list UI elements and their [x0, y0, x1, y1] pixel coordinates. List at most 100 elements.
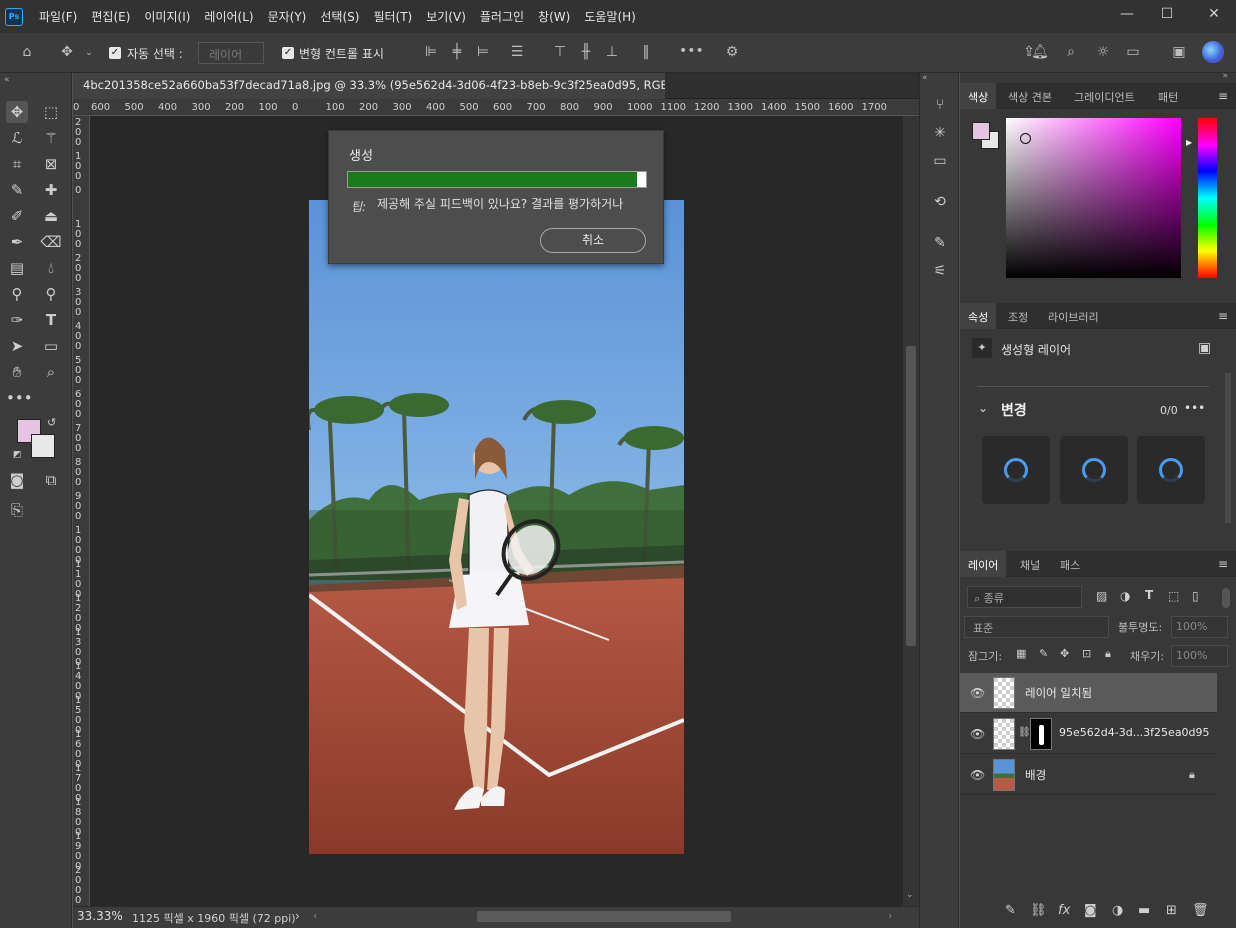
zoom-tool-icon[interactable]: ⌕: [40, 361, 62, 383]
cancel-button[interactable]: 취소: [540, 228, 646, 253]
properties-panel-menu-icon[interactable]: ≡: [1218, 309, 1228, 323]
tab-gradients[interactable]: 그레이디언트: [1066, 83, 1143, 109]
frame-tool-icon[interactable]: ⊠: [40, 153, 62, 175]
lock-paint-icon[interactable]: ✎: [1039, 647, 1048, 660]
add-mask-icon[interactable]: ◙: [1084, 903, 1097, 918]
crop-tool-icon[interactable]: ⌗: [6, 153, 28, 175]
history-brush-icon[interactable]: ✒: [6, 231, 28, 253]
menu-edit[interactable]: 편집(E): [91, 8, 130, 25]
document-tab[interactable]: 4bc201358ce52a660ba53f7decad71a8.jpg @ 3…: [73, 73, 665, 99]
fill-field[interactable]: 100%: [1171, 645, 1228, 667]
new-adjustment-icon[interactable]: ◑: [1112, 903, 1123, 918]
tab-layers[interactable]: 레이어: [960, 551, 1007, 577]
layer-row-background[interactable]: 👁︎ 배경 🔒︎: [960, 755, 1217, 795]
filter-adjustment-icon[interactable]: ◑: [1120, 589, 1130, 603]
eraser-icon[interactable]: ⌫: [40, 231, 62, 253]
generative-icon[interactable]: ▣: [1170, 44, 1188, 60]
variations-more-button[interactable]: •••: [1184, 401, 1205, 415]
layer-row-generative[interactable]: 👁︎ ⛓ 95e562d4-3d...3f25ea0d95: [960, 714, 1217, 754]
workspace-icon[interactable]: ▭: [1124, 44, 1142, 60]
menu-filter[interactable]: 필터(T): [373, 8, 412, 25]
align-left-icon[interactable]: ⊫: [423, 44, 439, 60]
adjustments-icon[interactable]: ⚟: [930, 261, 950, 281]
history-icon[interactable]: ⟲: [930, 192, 950, 212]
vertical-scrollbar[interactable]: ⌄: [903, 116, 919, 906]
scroll-right-icon[interactable]: ›: [888, 909, 892, 922]
type-tool-icon[interactable]: T: [40, 309, 62, 331]
dodge-tool-icon[interactable]: ⚲: [6, 283, 28, 305]
tab-libraries[interactable]: 라이브러리: [1040, 303, 1107, 329]
filter-shape-icon[interactable]: ⬚: [1168, 589, 1179, 603]
blur-tool-icon[interactable]: 💧︎: [40, 257, 62, 279]
hand-tool-icon[interactable]: ✋︎: [6, 361, 28, 383]
color-panel-menu-icon[interactable]: ≡: [1218, 89, 1228, 103]
menu-view[interactable]: 보기(V): [426, 8, 466, 25]
lock-all-icon[interactable]: 🔒︎: [1105, 647, 1111, 661]
auto-select-checkbox[interactable]: ✓: [109, 47, 121, 59]
menu-plugins[interactable]: 플러그인: [480, 8, 524, 25]
collapse-icon[interactable]: «: [4, 75, 10, 85]
visibility-eye-icon[interactable]: 👁︎: [970, 686, 985, 700]
lock-artboard-icon[interactable]: ⊡: [1082, 647, 1091, 660]
visibility-eye-icon[interactable]: 👁︎: [970, 727, 985, 741]
distribute-icon[interactable]: ☰: [509, 44, 525, 60]
marquee-tool-icon[interactable]: ⬚: [40, 101, 62, 123]
layer-mask-thumbnail[interactable]: [1030, 718, 1052, 750]
tab-channels[interactable]: 채널: [1012, 551, 1048, 577]
horizontal-scroll-thumb[interactable]: [477, 911, 731, 922]
tab-properties[interactable]: 속성: [960, 303, 997, 329]
lock-position-icon[interactable]: ✥: [1060, 647, 1069, 660]
hue-slider-arrow[interactable]: ▶: [1186, 138, 1192, 147]
menu-image[interactable]: 이미지(I): [144, 8, 190, 25]
tab-swatches[interactable]: 색상 견본: [1000, 83, 1060, 109]
more-options-button[interactable]: •••: [679, 43, 704, 59]
brush-tool-icon[interactable]: ✐: [6, 205, 28, 227]
color-picker-cursor[interactable]: [1020, 133, 1031, 144]
gradient-tool-icon[interactable]: ▤: [6, 257, 28, 279]
filter-image-icon[interactable]: ▨: [1096, 589, 1107, 603]
variation-card-3[interactable]: [1137, 436, 1205, 504]
layer-row-matched[interactable]: 👁︎ 레이어 일치됨: [960, 673, 1217, 713]
doc-info-menu-arrow[interactable]: ›: [295, 909, 300, 923]
layer-name[interactable]: 95e562d4-3d...3f25ea0d95: [1059, 726, 1210, 739]
feedback-text[interactable]: 제공해 주실 피드백이 있나요? 결과를 평가하거나: [377, 198, 647, 211]
tab-adjustments[interactable]: 조정: [1000, 303, 1036, 329]
expand-panels-icon[interactable]: »: [1222, 71, 1228, 81]
comments-icon[interactable]: ▭: [930, 151, 950, 171]
move-tool-icon[interactable]: ✥: [58, 44, 76, 60]
background-color-swatch[interactable]: [31, 434, 55, 458]
transform-controls-checkbox[interactable]: ✓: [282, 47, 294, 59]
brush-settings-icon[interactable]: ✎: [930, 233, 950, 253]
chevron-down-icon[interactable]: ⌄: [84, 45, 94, 61]
layer-name[interactable]: 배경: [1025, 767, 1046, 783]
chevron-down-icon[interactable]: ⌄: [978, 401, 988, 415]
document-image[interactable]: [309, 200, 684, 854]
chain-link-icon[interactable]: ⛓: [1018, 727, 1031, 738]
properties-scrollbar[interactable]: [1225, 373, 1231, 523]
search-icon[interactable]: ⌕: [1062, 44, 1080, 60]
saturation-value-field[interactable]: [1006, 118, 1181, 278]
bell-icon[interactable]: 🔔︎: [1031, 44, 1049, 60]
tab-paths[interactable]: 패스: [1052, 551, 1088, 577]
lock-transparent-icon[interactable]: ▦: [1016, 647, 1026, 660]
variation-card-1[interactable]: [982, 436, 1050, 504]
eyedropper-icon[interactable]: ✎: [6, 179, 28, 201]
filter-type-icon[interactable]: T: [1145, 588, 1153, 602]
maximize-button[interactable]: ☐: [1155, 4, 1179, 24]
zoom-level[interactable]: 33.33%: [77, 909, 123, 923]
path-select-icon[interactable]: ➤: [6, 335, 28, 357]
move-tool-icon[interactable]: ✥: [6, 101, 28, 123]
quick-mask-icon[interactable]: ◙: [6, 469, 28, 491]
lightbulb-icon[interactable]: ☼: [1094, 44, 1112, 60]
scroll-left-icon[interactable]: ‹: [313, 909, 317, 922]
minimize-button[interactable]: —: [1115, 4, 1139, 24]
auto-select-target-dropdown[interactable]: 레이어: [198, 42, 264, 64]
link-layers-icon[interactable]: ⛓: [1030, 903, 1047, 918]
menu-window[interactable]: 창(W): [538, 8, 570, 25]
healing-brush-icon[interactable]: ✚: [40, 179, 62, 201]
scroll-down-icon[interactable]: ⌄: [906, 890, 914, 900]
align-bottom-icon[interactable]: ⊥: [604, 44, 620, 60]
stamp-tool-icon[interactable]: ⏏: [40, 205, 62, 227]
align-top-icon[interactable]: ⊤: [552, 44, 568, 60]
tab-patterns[interactable]: 패턴: [1150, 83, 1186, 109]
